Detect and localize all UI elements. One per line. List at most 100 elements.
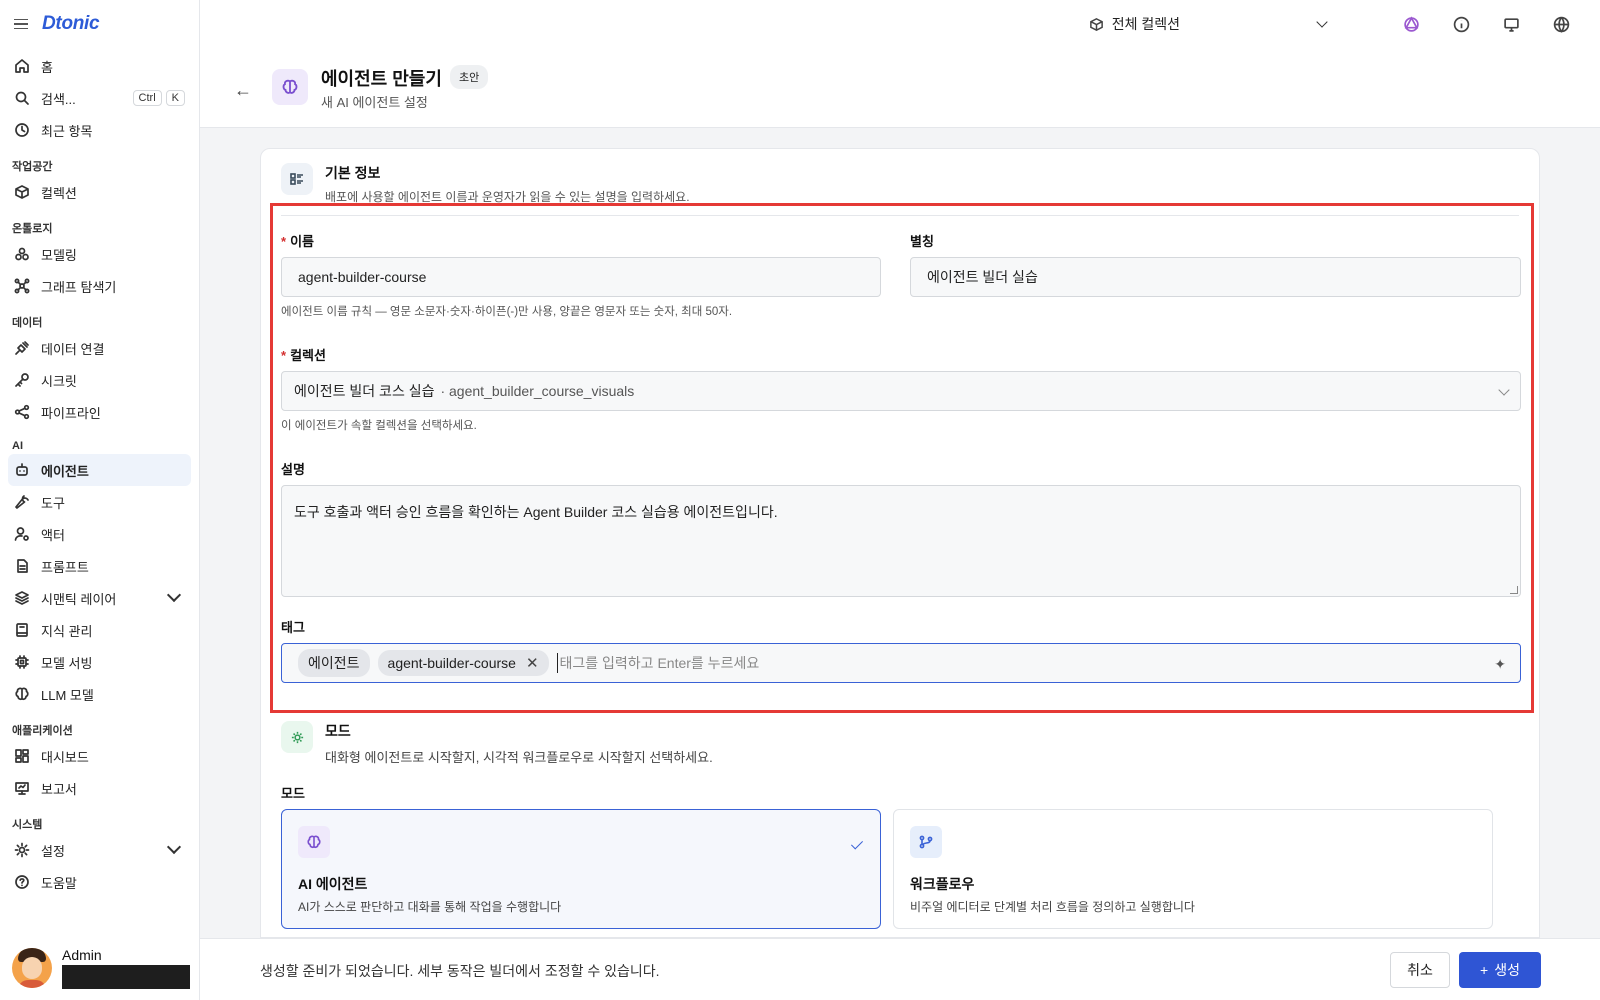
sidebar-item-label: 도구 <box>41 495 65 511</box>
page-title: 에이전트 만들기 <box>321 69 442 89</box>
sidebar-item-data-connection[interactable]: 데이터 연결 <box>8 332 191 364</box>
cancel-button[interactable]: 취소 <box>1390 952 1450 988</box>
presentation-icon <box>14 780 30 796</box>
basic-info-header: 기본 정보 배포에 사용할 에이전트 이름과 운영자가 읽을 수 있는 설명을 … <box>281 163 690 205</box>
chevron-down-icon[interactable] <box>166 587 182 603</box>
back-arrow-icon[interactable]: ← <box>234 80 252 101</box>
dashboard-icon <box>14 748 30 764</box>
description-textarea[interactable]: 도구 호출과 액터 승인 흐름을 확인하는 Agent Builder 코스 실… <box>281 485 1521 597</box>
mode-option-ai-agent[interactable]: AI 에이전트 AI가 스스로 판단하고 대화를 통해 작업을 수행합니다 <box>281 809 881 929</box>
resize-handle[interactable] <box>1510 586 1518 594</box>
name-hint: 에이전트 이름 규칙 — 영문 소문자·숫자·하이픈(-)만 사용, 양끝은 영… <box>281 306 733 318</box>
user-name: Admin <box>62 947 102 963</box>
section-workspace: 작업공간 <box>12 161 53 173</box>
sidebar-item-label: 대시보드 <box>41 749 89 765</box>
sidebar-item-help[interactable]: 도움말 <box>8 866 191 898</box>
plus-icon: + <box>1480 962 1489 978</box>
plug-icon <box>14 340 30 356</box>
wrench-icon <box>14 494 30 510</box>
alias-input[interactable]: 에이전트 빌더 실습 <box>910 257 1521 297</box>
sidebar-item-prompt[interactable]: 프롬프트 <box>8 550 191 582</box>
mode-option-workflow[interactable]: 워크플로우 비주얼 에디터로 단계별 처리 흐름을 정의하고 실행합니다 <box>893 809 1493 929</box>
sidebar-item-settings[interactable]: 설정 <box>8 834 191 866</box>
graph-icon <box>14 278 30 294</box>
tags-input[interactable]: 에이전트 agent-builder-course ✕ 태그를 입력하고 Ente… <box>281 643 1521 683</box>
sidebar-item-label: 검색... <box>41 91 76 107</box>
sidebar-item-serving[interactable]: 모델 서빙 <box>8 646 191 678</box>
section-ontology: 온톨로지 <box>12 223 53 235</box>
book-icon <box>14 622 30 638</box>
tag-chip[interactable]: agent-builder-course ✕ <box>377 650 549 676</box>
sidebar-item-actor[interactable]: 액터 <box>8 518 191 550</box>
name-label: * 이름 <box>281 234 314 249</box>
footer-bar: 생성할 준비가 되었습니다. 세부 동작은 빌더에서 조정할 수 있습니다. 취… <box>200 938 1600 1000</box>
sidebar-item-label: 파이프라인 <box>41 405 101 421</box>
git-branch-icon <box>910 826 942 858</box>
collection-select-value: 에이전트 빌더 코스 실습 <box>294 383 435 399</box>
sidebar-item-label: 컬렉션 <box>41 185 77 201</box>
collection-select[interactable]: 에이전트 빌더 코스 실습 · agent_builder_course_vis… <box>281 371 1521 411</box>
sidebar-item-label: 최근 항목 <box>41 123 93 139</box>
collection-selector-label: 전체 컬렉션 <box>1111 16 1180 32</box>
mode-label: 모드 <box>281 786 305 801</box>
bot-icon <box>14 462 30 478</box>
cube-icon <box>1089 17 1103 31</box>
sidebar-item-graph[interactable]: 그래프 탐색기 <box>8 270 191 302</box>
divider <box>281 215 1519 216</box>
mode-option-desc: AI가 스스로 판단하고 대화를 통해 작업을 수행합니다 <box>298 900 562 914</box>
info-icon[interactable] <box>1452 15 1470 33</box>
sidebar-item-label: 데이터 연결 <box>41 341 105 357</box>
sidebar-item-report[interactable]: 보고서 <box>8 772 191 804</box>
collection-label: * 컬렉션 <box>281 348 326 363</box>
gear-icon <box>281 721 313 753</box>
sidebar-item-label: 그래프 탐색기 <box>41 279 117 295</box>
chevron-down-icon[interactable] <box>166 839 182 855</box>
create-button[interactable]: + 생성 <box>1459 952 1541 988</box>
tag-chip[interactable]: 에이전트 <box>298 649 370 677</box>
sidebar-item-label: 프롬프트 <box>41 559 89 575</box>
sidebar-item-semantic[interactable]: 시맨틱 레이어 <box>8 582 191 614</box>
sidebar-item-home[interactable]: 홈 <box>8 50 191 82</box>
section-title: 기본 정보 <box>325 165 381 181</box>
sparkle-icon[interactable]: ✦ <box>1494 656 1506 673</box>
agent-form-card: 기본 정보 배포에 사용할 에이전트 이름과 운영자가 읽을 수 있는 설명을 … <box>260 148 1540 938</box>
search-shortcut: Ctrl K <box>132 90 185 106</box>
gear-icon <box>14 842 30 858</box>
ontology-icon[interactable] <box>1402 15 1420 33</box>
section-data: 데이터 <box>12 317 43 329</box>
kbd-ctrl: Ctrl <box>132 90 162 106</box>
globe-icon[interactable] <box>1552 15 1570 33</box>
kbd-k: K <box>165 90 185 106</box>
mode-option-title: AI 에이전트 <box>298 876 368 892</box>
sidebar-item-dashboard[interactable]: 대시보드 <box>8 740 191 772</box>
chevron-down-icon <box>1498 384 1510 396</box>
check-icon <box>850 837 864 850</box>
menu-icon[interactable] <box>14 18 28 30</box>
sidebar-item-label: 홈 <box>41 59 53 75</box>
sidebar-item-search[interactable]: 검색... Ctrl K <box>8 82 191 114</box>
sidebar-item-recent[interactable]: 최근 항목 <box>8 114 191 146</box>
mode-option-title: 워크플로우 <box>910 876 975 892</box>
sidebar-item-label: 시맨틱 레이어 <box>41 591 117 607</box>
brand-logo[interactable]: Dtonic <box>42 13 100 35</box>
close-icon[interactable]: ✕ <box>526 654 539 672</box>
monitor-icon[interactable] <box>1502 15 1520 33</box>
sidebar-item-agent[interactable]: 에이전트 <box>8 454 191 486</box>
sidebar-item-tool[interactable]: 도구 <box>8 486 191 518</box>
collection-hint: 이 에이전트가 속할 컬렉션을 선택하세요. <box>281 420 477 432</box>
topbar: 전체 컬렉션 <box>200 0 1600 48</box>
description-value: 도구 호출과 액터 승인 흐름을 확인하는 Agent Builder 코스 실… <box>294 504 778 520</box>
name-input[interactable]: agent-builder-course <box>281 257 881 297</box>
sidebar-item-pipeline[interactable]: 파이프라인 <box>8 396 191 428</box>
sidebar-item-label: 모델 서빙 <box>41 655 93 671</box>
sidebar-item-knowledge[interactable]: 지식 관리 <box>8 614 191 646</box>
user-profile[interactable]: Admin <box>0 936 200 1000</box>
collection-selector[interactable]: 전체 컬렉션 <box>1089 14 1328 34</box>
section-description: 배포에 사용할 에이전트 이름과 운영자가 읽을 수 있는 설명을 입력하세요. <box>325 190 690 204</box>
sidebar-item-modeling[interactable]: 모델링 <box>8 238 191 270</box>
sidebar-item-llm[interactable]: LLM 모델 <box>8 678 191 710</box>
search-icon <box>14 90 30 106</box>
sidebar-item-secret[interactable]: 시크릿 <box>8 364 191 396</box>
home-icon <box>14 58 30 74</box>
sidebar-item-collection[interactable]: 컬렉션 <box>8 176 191 208</box>
